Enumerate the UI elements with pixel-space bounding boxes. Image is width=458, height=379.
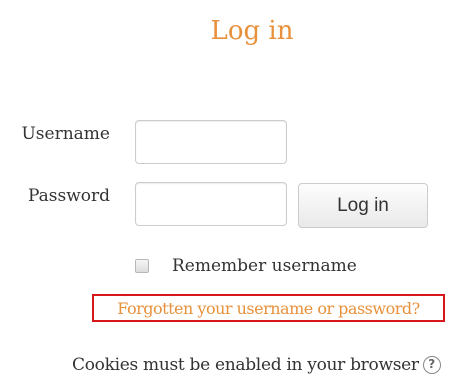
password-input[interactable] — [135, 182, 287, 226]
cookies-notice-text: Cookies must be enabled in your browser — [72, 355, 419, 375]
help-icon[interactable]: ? — [422, 356, 441, 374]
username-input[interactable] — [135, 120, 287, 164]
cookies-notice: Cookies must be enabled in your browser … — [72, 355, 441, 375]
username-label: Username — [21, 124, 110, 144]
password-label: Password — [27, 186, 110, 206]
remember-username-row[interactable]: Remember username — [135, 256, 357, 276]
login-button[interactable]: Log in — [298, 183, 428, 228]
forgot-password-link[interactable]: Forgotten your username or password? — [117, 299, 420, 318]
remember-username-label[interactable]: Remember username — [172, 256, 357, 276]
page-title: Log in — [210, 16, 294, 46]
forgot-password-highlight: Forgotten your username or password? — [92, 294, 445, 322]
remember-username-checkbox[interactable] — [135, 259, 149, 273]
